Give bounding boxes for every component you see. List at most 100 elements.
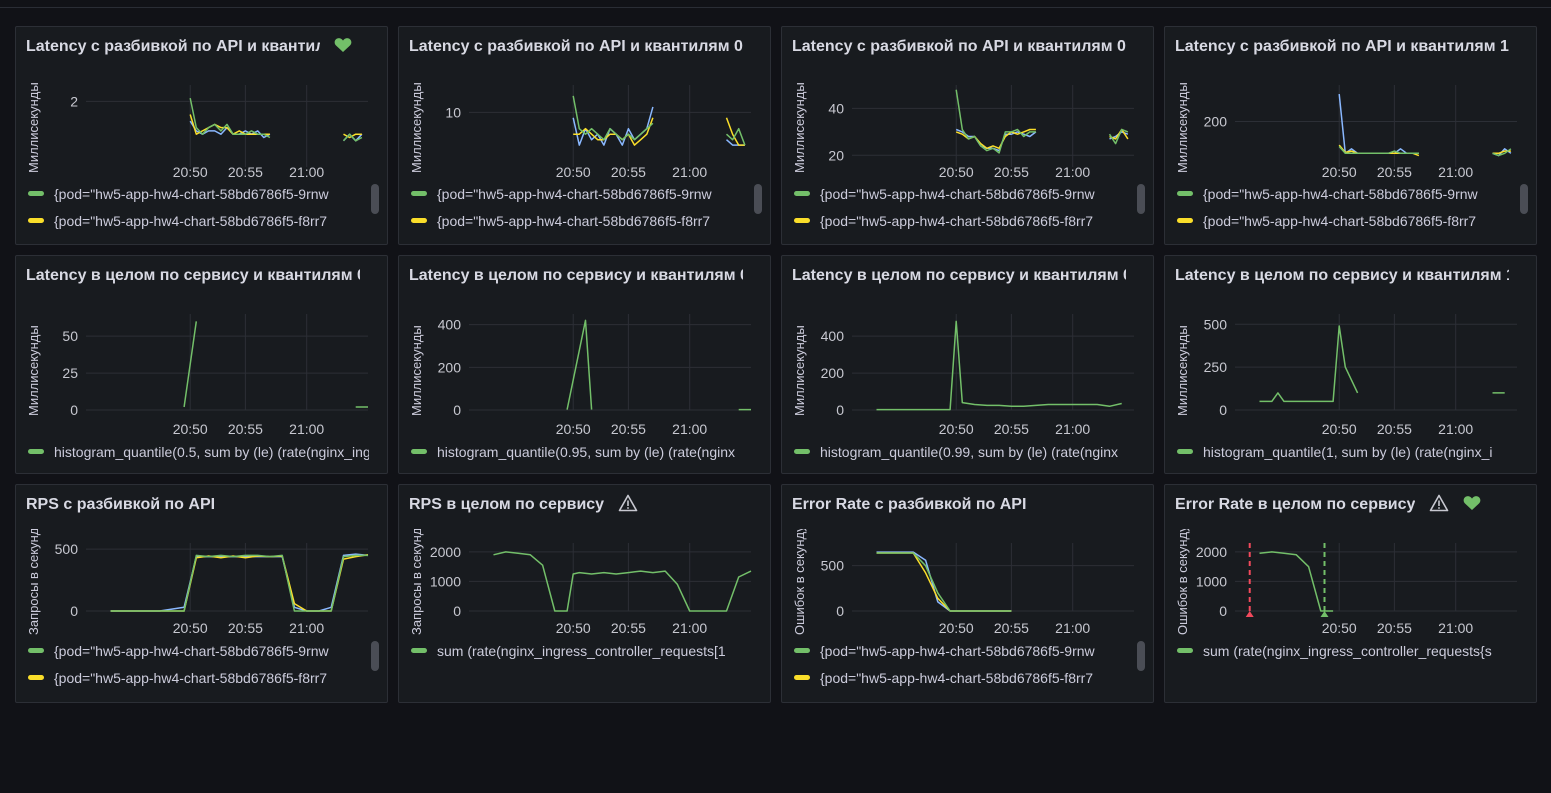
x-tick-label: 20:50 bbox=[556, 421, 591, 437]
chart-plot[interactable]: 40 20 20:50 20:55 21:00 bbox=[782, 27, 1154, 185]
panel-4[interactable]: Latency с разбивкой по API и квантилям 1… bbox=[1164, 26, 1537, 245]
chart-plot[interactable]: 2000 1000 0 20:50 20:55 21:00 bbox=[1165, 485, 1537, 641]
panel-10[interactable]: RPS в целом по сервису Запросы в секунду 2… bbox=[398, 484, 771, 703]
series-line-1 bbox=[955, 89, 1129, 154]
y-tick-label: 20 bbox=[828, 147, 844, 163]
y-tick-label: 200 bbox=[1204, 113, 1228, 129]
y-tick-label: 250 bbox=[1204, 359, 1228, 375]
x-tick-label: 20:55 bbox=[1377, 620, 1412, 636]
legend-label: histogram_quantile(1, sum by (le) (rate(… bbox=[1203, 443, 1493, 460]
chart-plot[interactable]: 2000 1000 0 20:50 20:55 21:00 bbox=[399, 485, 771, 641]
legend-item[interactable]: {pod="hw5-app-hw4-chart-58bd6786f5-9rnw bbox=[1177, 180, 1518, 207]
series-line-2 bbox=[573, 117, 745, 146]
panel-5[interactable]: Latency в целом по сервису и квантилям 0… bbox=[15, 255, 388, 474]
legend-item[interactable]: {pod="hw5-app-hw4-chart-58bd6786f5-9rnw bbox=[28, 637, 369, 664]
panel-3[interactable]: Latency с разбивкой по API и квантилям 0… bbox=[781, 26, 1154, 245]
x-tick-label: 21:00 bbox=[289, 164, 324, 180]
legend: sum (rate(nginx_ingress_controller_reque… bbox=[1177, 637, 1518, 664]
legend-scrollbar[interactable] bbox=[371, 184, 379, 214]
panel-12[interactable]: Error Rate в целом по сервису Ошибок в се… bbox=[1164, 484, 1537, 703]
legend-item[interactable]: sum (rate(nginx_ingress_controller_reque… bbox=[411, 637, 752, 664]
legend-item[interactable]: histogram_quantile(0.95, sum by (le) (ra… bbox=[411, 438, 752, 465]
legend-scrollbar[interactable] bbox=[371, 641, 379, 671]
chart-plot[interactable]: 400 200 0 20:50 20:55 21:00 bbox=[782, 256, 1154, 442]
chart-plot[interactable]: 400 200 0 20:50 20:55 21:00 bbox=[399, 256, 771, 442]
y-tick-label: 50 bbox=[62, 328, 78, 344]
x-tick-label: 21:00 bbox=[1438, 421, 1473, 437]
legend-swatch bbox=[1177, 648, 1193, 653]
x-tick-label: 20:50 bbox=[1322, 421, 1357, 437]
y-tick-label: 2 bbox=[70, 93, 78, 109]
legend: histogram_quantile(0.5, sum by (le) (rat… bbox=[28, 438, 369, 465]
x-tick-label: 20:50 bbox=[1322, 164, 1357, 180]
chart-plot[interactable]: 50 25 0 20:50 20:55 21:00 bbox=[16, 256, 388, 442]
y-tick-label: 200 bbox=[821, 365, 845, 381]
panel-7[interactable]: Latency в целом по сервису и квантилям 0… bbox=[781, 255, 1154, 474]
legend-label: sum (rate(nginx_ingress_controller_reque… bbox=[1203, 642, 1492, 659]
legend-label: histogram_quantile(0.95, sum by (le) (ra… bbox=[437, 443, 736, 460]
series-line-3 bbox=[189, 120, 363, 142]
legend-scrollbar[interactable] bbox=[1137, 184, 1145, 214]
legend: {pod="hw5-app-hw4-chart-58bd6786f5-9rnw {… bbox=[28, 637, 369, 691]
x-tick-label: 20:55 bbox=[228, 164, 263, 180]
legend-scrollbar[interactable] bbox=[1520, 184, 1528, 214]
chart-plot[interactable]: 500 0 20:50 20:55 21:00 bbox=[782, 485, 1154, 641]
legend-item[interactable]: {pod="hw5-app-hw4-chart-58bd6786f5-f8rr7 bbox=[28, 664, 369, 691]
panel-6[interactable]: Latency в целом по сервису и квантилям 0… bbox=[398, 255, 771, 474]
legend: histogram_quantile(0.95, sum by (le) (ra… bbox=[411, 438, 752, 465]
x-tick-label: 21:00 bbox=[1055, 164, 1090, 180]
x-tick-label: 20:50 bbox=[939, 421, 974, 437]
legend-item[interactable]: {pod="hw5-app-hw4-chart-58bd6786f5-9rnw bbox=[411, 180, 752, 207]
x-tick-label: 20:55 bbox=[228, 421, 263, 437]
y-tick-label: 400 bbox=[438, 317, 462, 333]
series-line-1 bbox=[1259, 325, 1505, 403]
x-tick-label: 21:00 bbox=[1438, 620, 1473, 636]
legend: {pod="hw5-app-hw4-chart-58bd6786f5-9rnw {… bbox=[411, 180, 752, 234]
legend-item[interactable]: {pod="hw5-app-hw4-chart-58bd6786f5-9rnw bbox=[794, 180, 1135, 207]
legend-label: {pod="hw5-app-hw4-chart-58bd6786f5-f8rr7 bbox=[437, 212, 711, 229]
legend-item[interactable]: {pod="hw5-app-hw4-chart-58bd6786f5-f8rr7 bbox=[794, 664, 1135, 691]
y-tick-label: 0 bbox=[70, 402, 78, 418]
x-tick-label: 20:50 bbox=[939, 620, 974, 636]
legend-item[interactable]: sum (rate(nginx_ingress_controller_reque… bbox=[1177, 637, 1518, 664]
y-tick-label: 10 bbox=[445, 104, 461, 120]
annotation-arrow-red bbox=[1245, 611, 1254, 617]
legend-item[interactable]: {pod="hw5-app-hw4-chart-58bd6786f5-f8rr7 bbox=[411, 207, 752, 234]
series-line-1 bbox=[876, 320, 1122, 411]
legend-item[interactable]: histogram_quantile(1, sum by (le) (rate(… bbox=[1177, 438, 1518, 465]
chart-plot[interactable]: 500 0 20:50 20:55 21:00 bbox=[16, 485, 388, 641]
legend-scrollbar[interactable] bbox=[754, 184, 762, 214]
chart-plot[interactable]: 2 20:50 20:55 21:00 bbox=[16, 27, 388, 185]
legend-item[interactable]: {pod="hw5-app-hw4-chart-58bd6786f5-9rnw bbox=[794, 637, 1135, 664]
legend-swatch bbox=[28, 449, 44, 454]
y-tick-label: 0 bbox=[453, 603, 461, 619]
legend-swatch bbox=[411, 449, 427, 454]
legend: {pod="hw5-app-hw4-chart-58bd6786f5-9rnw {… bbox=[28, 180, 369, 234]
series-line-1 bbox=[110, 554, 368, 612]
series-line-1 bbox=[183, 321, 368, 408]
legend-item[interactable]: histogram_quantile(0.99, sum by (le) (ra… bbox=[794, 438, 1135, 465]
panel-1[interactable]: Latency с разбивкой по API и квантилям 0… bbox=[15, 26, 388, 245]
panel-11[interactable]: Error Rate с разбивкой по API Ошибок в се… bbox=[781, 484, 1154, 703]
legend-item[interactable]: {pod="hw5-app-hw4-chart-58bd6786f5-9rnw bbox=[28, 180, 369, 207]
series-line-3 bbox=[110, 553, 369, 612]
legend-scrollbar[interactable] bbox=[1137, 641, 1145, 671]
legend-swatch bbox=[28, 191, 44, 196]
legend-item[interactable]: {pod="hw5-app-hw4-chart-58bd6786f5-f8rr7 bbox=[1177, 207, 1518, 234]
legend-item[interactable]: histogram_quantile(0.5, sum by (le) (rat… bbox=[28, 438, 369, 465]
legend-swatch bbox=[28, 675, 44, 680]
legend-swatch bbox=[1177, 449, 1193, 454]
legend-item[interactable]: {pod="hw5-app-hw4-chart-58bd6786f5-f8rr7 bbox=[28, 207, 369, 234]
x-tick-label: 21:00 bbox=[289, 620, 324, 636]
y-tick-label: 500 bbox=[55, 541, 79, 557]
panel-8[interactable]: Latency в целом по сервису и квантилям 1… bbox=[1164, 255, 1537, 474]
panel-9[interactable]: RPS с разбивкой по API Запросы в секунду 5… bbox=[15, 484, 388, 703]
legend-item[interactable]: {pod="hw5-app-hw4-chart-58bd6786f5-f8rr7 bbox=[794, 207, 1135, 234]
top-bar bbox=[0, 0, 1551, 8]
chart-plot[interactable]: 500 250 0 20:50 20:55 21:00 bbox=[1165, 256, 1537, 442]
panel-2[interactable]: Latency с разбивкой по API и квантилям 0… bbox=[398, 26, 771, 245]
chart-plot[interactable]: 10 20:50 20:55 21:00 bbox=[399, 27, 771, 185]
legend-swatch bbox=[1177, 218, 1193, 223]
y-tick-label: 40 bbox=[828, 100, 844, 116]
chart-plot[interactable]: 200 20:50 20:55 21:00 bbox=[1165, 27, 1537, 185]
